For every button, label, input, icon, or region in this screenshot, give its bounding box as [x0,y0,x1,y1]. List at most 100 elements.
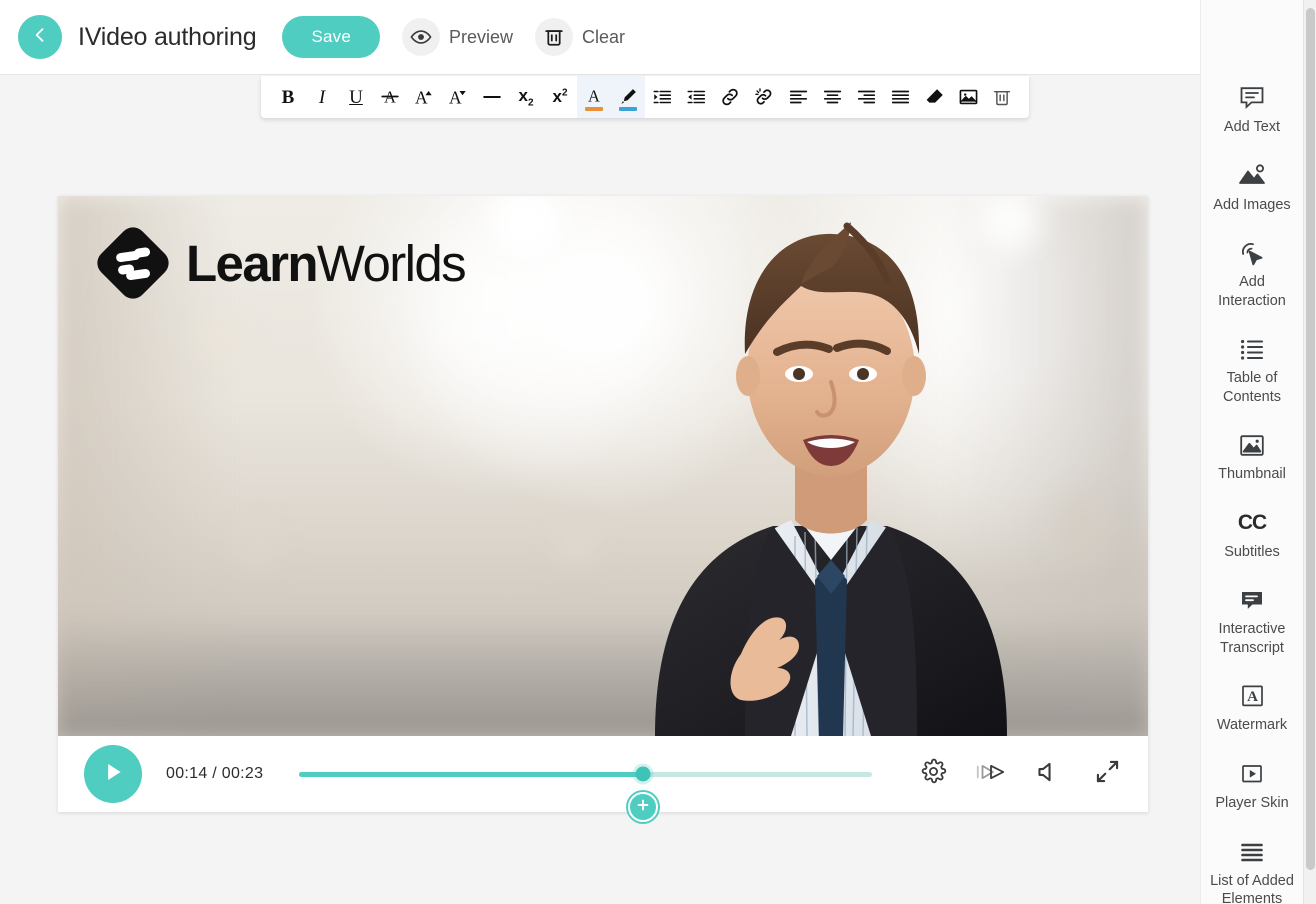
sidebar-item-list-of-added-elements[interactable]: List of Added Elements [1201,830,1303,904]
subscript-button[interactable]: x2 [509,77,543,117]
sidebar-label: Subtitles [1224,543,1280,562]
outdent-button[interactable] [679,77,713,117]
sidebar-label: Table of Contents [1204,369,1300,406]
font-color-button[interactable]: A [577,76,611,118]
decrease-font-size-button[interactable]: A [441,77,475,117]
presenter-figure [595,196,1065,736]
watermark-a-icon: A [1239,681,1266,711]
bokeh-light-4 [238,526,278,566]
cc-label: CC [1238,511,1266,535]
progress-fill [299,772,643,777]
sidebar-label: Add Images [1213,196,1290,215]
list-icon [1238,334,1266,364]
transcript-icon [1238,585,1266,615]
align-justify-button[interactable] [883,77,917,117]
thumbnail-icon [1238,430,1266,460]
outdent-icon [685,86,708,108]
progress-bar[interactable] [299,745,872,803]
progress-scrubber[interactable] [635,767,650,782]
scrollbar-thumb[interactable] [1306,8,1315,870]
align-center-icon [821,86,844,108]
sidebar-label: Add Text [1224,118,1280,137]
picture-icon [1237,161,1267,191]
delete-element-button[interactable] [985,77,1019,117]
indent-button[interactable] [645,77,679,117]
bold-icon: B [282,88,295,107]
strikethrough-icon: A [379,86,401,108]
align-left-button[interactable] [781,77,815,117]
sidebar-item-interactive-transcript[interactable]: Interactive Transcript [1201,578,1303,664]
sidebar-item-add-text[interactable]: Add Text [1201,76,1303,144]
strikethrough-button[interactable]: A [373,77,407,117]
eye-icon [402,18,440,56]
font-size-decrease-icon: A [446,86,470,108]
highlighter-pen-icon [617,86,639,108]
sidebar-item-table-of-contents[interactable]: Table of Contents [1201,327,1303,413]
video-canvas[interactable]: LearnWorlds [58,196,1148,736]
volume-button[interactable] [1026,751,1072,797]
page-title: IVideo authoring [78,23,256,52]
align-right-button[interactable] [849,77,883,117]
insert-link-button[interactable] [713,77,747,117]
font-size-increase-icon: A [412,86,436,108]
save-button[interactable]: Save [282,16,380,58]
bokeh-light-1 [488,196,562,256]
learnworlds-logo: LearnWorlds [96,226,465,300]
italic-icon: I [319,88,325,107]
sidebar-item-thumbnail[interactable]: Thumbnail [1201,423,1303,491]
svg-text:A: A [588,87,600,106]
align-right-icon [855,86,878,108]
bokeh-light-5 [558,526,594,562]
clear-formatting-button[interactable] [917,77,951,117]
top-bar: IVideo authoring Save Preview Clear [0,0,1203,75]
fullscreen-button[interactable] [1084,751,1130,797]
speech-bubble-lines-icon [1238,83,1266,113]
sidebar-item-add-interaction[interactable]: Add Interaction [1201,231,1303,317]
bold-button[interactable]: B [271,77,305,117]
align-left-icon [787,86,810,108]
sidebar-label: List of Added Elements [1204,872,1300,904]
play-button[interactable] [84,745,142,803]
increase-font-size-button[interactable]: A [407,77,441,117]
horizontal-rule-button[interactable] [475,77,509,117]
subscript-icon: x2 [518,86,533,108]
remove-link-button[interactable] [747,77,781,117]
eraser-icon [923,86,946,108]
sidebar-item-add-images[interactable]: Add Images [1201,154,1303,222]
clear-button[interactable]: Clear [535,18,625,56]
preview-button[interactable]: Preview [402,18,513,56]
trash-icon [535,18,573,56]
speaker-icon [1035,759,1063,790]
sidebar-label: Add Interaction [1204,273,1300,310]
video-player: LearnWorlds 00:14 / 00:23 [58,196,1148,812]
fast-forward-icon [974,759,1008,790]
trash-icon [991,86,1013,108]
link-icon [719,86,741,108]
add-interaction-marker-button[interactable] [628,792,658,822]
bokeh-light-3 [198,316,242,358]
sidebar-item-subtitles[interactable]: CC Subtitles [1201,501,1303,569]
underline-button[interactable]: U [339,77,373,117]
learnworlds-logo-text: LearnWorlds [186,238,465,289]
settings-button[interactable] [910,751,956,797]
align-center-button[interactable] [815,77,849,117]
time-display: 00:14 / 00:23 [166,765,263,783]
align-justify-icon [889,86,912,108]
highlight-color-swatch [619,107,637,111]
superscript-button[interactable]: x2 [543,77,577,117]
sidebar-item-watermark[interactable]: A Watermark [1201,674,1303,742]
logo-text-bold: Learn [186,235,317,292]
page-scrollbar[interactable] [1303,0,1316,904]
sidebar-item-player-skin[interactable]: Player Skin [1201,752,1303,820]
insert-image-button[interactable] [951,77,985,117]
playback-speed-button[interactable] [968,751,1014,797]
progress-track[interactable] [299,772,872,777]
clear-label: Clear [582,27,625,48]
back-button[interactable] [18,15,62,59]
chevron-left-icon [30,25,50,50]
italic-button[interactable]: I [305,77,339,117]
player-controls: 00:14 / 00:23 [58,736,1148,812]
expand-icon [1094,758,1121,790]
highlight-color-button[interactable] [611,76,645,118]
ivideo-authoring-app: IVideo authoring Save Preview Clear B [0,0,1316,904]
